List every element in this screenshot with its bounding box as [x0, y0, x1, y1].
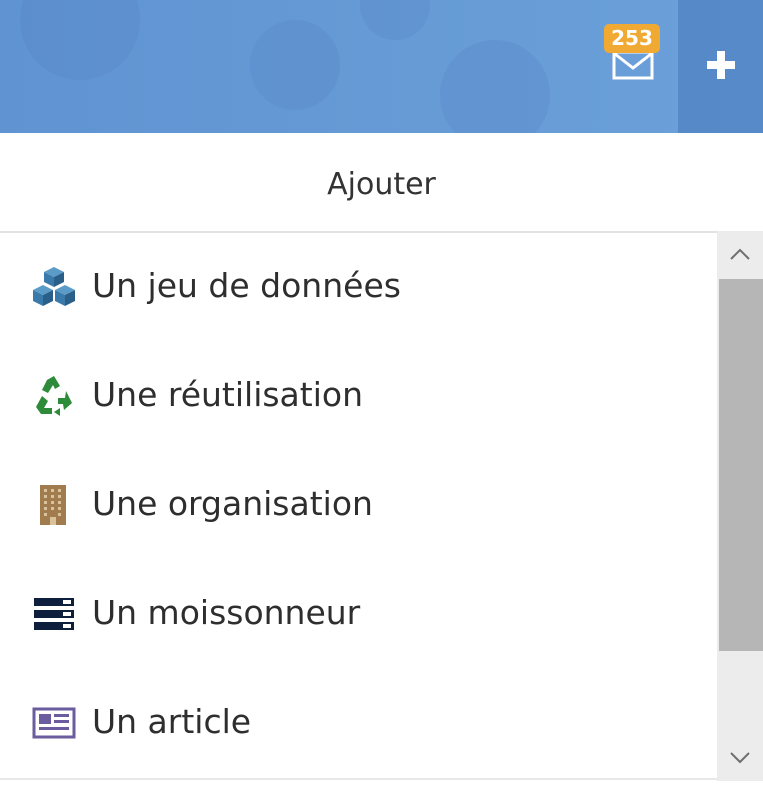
menu-item-label: Une organisation: [92, 484, 373, 523]
plus-icon: [707, 51, 735, 79]
menu-title: Ajouter: [0, 133, 763, 231]
add-menu-list: Un jeu de données Une réutilisation Une …: [0, 231, 717, 781]
dataset-cubes-icon: [33, 267, 75, 306]
menu-item-article[interactable]: Un article: [0, 669, 717, 780]
menu-item-dataset[interactable]: Un jeu de données: [0, 233, 717, 344]
menu-item-label: Un article: [92, 702, 252, 741]
scroll-down-button[interactable]: [717, 736, 763, 781]
scroll-thumb[interactable]: [719, 279, 763, 651]
chevron-down-icon: [730, 752, 750, 764]
menu-scrollbar[interactable]: [717, 231, 763, 781]
chevron-up-icon: [730, 248, 750, 260]
add-button[interactable]: [678, 0, 763, 133]
unread-count-badge: 253: [604, 24, 660, 53]
messages-button[interactable]: 253: [590, 0, 678, 133]
server-icon: [34, 598, 74, 630]
top-navbar: 253: [0, 0, 763, 133]
menu-item-organization[interactable]: Une organisation: [0, 451, 717, 562]
newspaper-icon: [32, 707, 76, 739]
menu-item-label: Une réutilisation: [92, 375, 363, 414]
mail-icon: [612, 50, 654, 80]
scroll-up-button[interactable]: [717, 231, 763, 276]
menu-item-reuse[interactable]: Une réutilisation: [0, 342, 717, 453]
menu-item-label: Un jeu de données: [92, 266, 401, 305]
building-icon: [40, 485, 66, 525]
recycle-icon: [36, 376, 72, 416]
menu-item-label: Un moissonneur: [92, 593, 361, 632]
menu-item-harvester[interactable]: Un moissonneur: [0, 560, 717, 671]
